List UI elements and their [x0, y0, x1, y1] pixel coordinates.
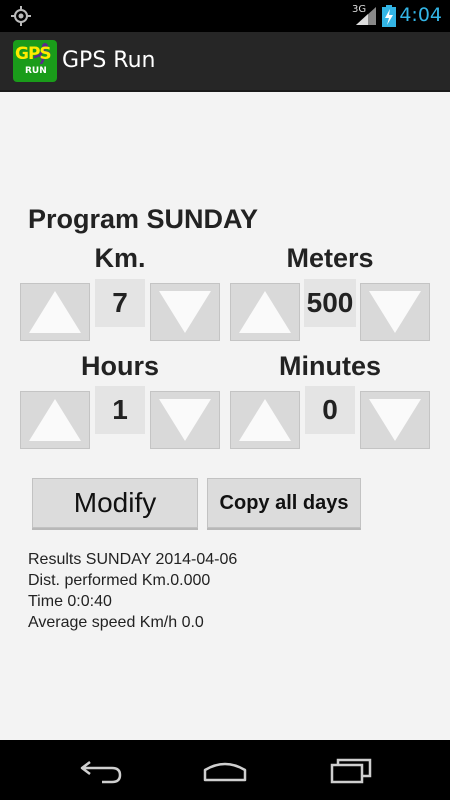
arrow-down-icon	[369, 291, 421, 333]
minutes-decrease-button[interactable]	[360, 391, 430, 449]
meters-increase-button[interactable]	[230, 283, 300, 341]
hours-label: Hours	[80, 351, 159, 381]
arrow-up-icon	[239, 399, 291, 441]
arrow-down-icon	[159, 291, 211, 333]
hours-increase-button[interactable]	[20, 391, 90, 449]
meters-label: Meters	[286, 243, 374, 273]
arrow-down-icon	[369, 399, 421, 441]
logo-text-gps: GPS	[15, 44, 52, 64]
status-clock: 4:04	[399, 4, 442, 26]
arrow-down-icon	[159, 399, 211, 441]
app-title: GPS Run	[62, 48, 156, 73]
results-speed-line: Average speed Km/h 0.0	[28, 614, 204, 631]
gps-icon	[11, 6, 31, 26]
minutes-value: 0	[305, 386, 355, 434]
results-distance-line: Dist. performed Km.0.000	[28, 572, 211, 589]
signal-icon	[356, 7, 376, 25]
program-title: Program SUNDAY	[28, 204, 259, 234]
logo-text-run: RUN	[25, 66, 47, 76]
km-increase-button[interactable]	[20, 283, 90, 341]
app-logo[interactable]: GPS RUN	[13, 40, 57, 82]
arrow-up-icon	[29, 291, 81, 333]
hours-value: 1	[95, 386, 145, 434]
km-decrease-button[interactable]	[150, 283, 220, 341]
arrow-up-icon	[29, 399, 81, 441]
hours-decrease-button[interactable]	[150, 391, 220, 449]
recent-apps-icon[interactable]	[328, 756, 374, 784]
results-time-line: Time 0:0:40	[28, 593, 112, 610]
minutes-label: Minutes	[278, 351, 381, 381]
navigation-bar	[0, 740, 450, 800]
km-value: 7	[95, 279, 145, 327]
status-bar: 3G 4:04	[0, 0, 450, 32]
results-panel: Results SUNDAY 2014-04-06 Dist. performe…	[28, 549, 237, 633]
battery-charging-icon	[382, 5, 396, 27]
km-label: Km.	[94, 243, 146, 273]
meters-value: 500	[304, 279, 356, 327]
modify-button[interactable]: Modify	[32, 478, 198, 528]
action-bar: GPS RUN GPS Run	[0, 32, 450, 92]
minutes-increase-button[interactable]	[230, 391, 300, 449]
arrow-up-icon	[239, 291, 291, 333]
back-icon[interactable]	[78, 756, 124, 784]
copy-all-days-button[interactable]: Copy all days	[207, 478, 361, 528]
results-date-line: Results SUNDAY 2014-04-06	[28, 551, 238, 568]
meters-decrease-button[interactable]	[360, 283, 430, 341]
home-icon[interactable]	[202, 756, 248, 784]
